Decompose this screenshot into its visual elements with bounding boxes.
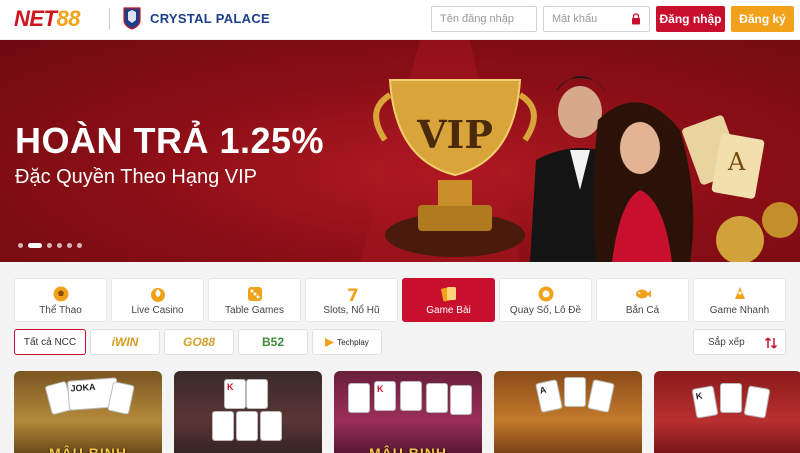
cards-icon (440, 286, 456, 301)
card-art (246, 379, 268, 409)
game-card[interactable]: JOKA MẬU BINH (14, 371, 162, 453)
login-button[interactable]: Đăng nhập (656, 6, 725, 32)
card-art (107, 381, 135, 415)
net88-logo[interactable]: NET88 (14, 6, 80, 32)
game-title: MẬU BINH (49, 445, 127, 453)
card-art (348, 383, 370, 413)
svg-text:7: 7 (347, 286, 359, 303)
tab-label: Thể Thao (39, 304, 82, 316)
game-title: MẬU BINH (369, 445, 447, 453)
tab-label: Table Games (225, 304, 284, 316)
tab-table-games[interactable]: Table Games (208, 278, 301, 322)
techplay-label: Techplay (337, 337, 369, 347)
card-art: K (224, 379, 246, 409)
provider-b52-button[interactable]: B52 (238, 329, 308, 355)
top-header: NET88 CRYSTAL PALACE Đăng nhập Đăng ký (0, 0, 800, 40)
header-divider (109, 8, 110, 30)
tab-slots[interactable]: 7 Slots, Nổ Hũ (305, 278, 398, 322)
tab-game-nhanh[interactable]: Game Nhanh (693, 278, 786, 322)
carousel-dot[interactable] (47, 243, 52, 248)
card-art (564, 377, 586, 407)
soccer-ball-icon (53, 286, 68, 301)
techplay-logo-icon (325, 337, 335, 347)
carousel-dot[interactable] (57, 243, 62, 248)
sort-label: Sắp xếp (708, 336, 745, 348)
tab-live-casino[interactable]: Live Casino (111, 278, 204, 322)
promo-banner[interactable]: VIP A HOÀN TRẢ 1.25% Đặc Quyền Theo Hạng… (0, 40, 800, 262)
tab-ban-ca[interactable]: Bắn Cá (596, 278, 689, 322)
card-art (260, 411, 282, 441)
partner-name: CRYSTAL PALACE (150, 11, 271, 26)
banner-title: HOÀN TRẢ 1.25% (15, 120, 325, 161)
sort-button[interactable]: Sắp xếp (693, 329, 786, 355)
register-button[interactable]: Đăng ký (731, 6, 794, 32)
sort-arrows-icon (765, 337, 777, 349)
svg-text:VIP: VIP (416, 112, 493, 157)
tab-label: Live Casino (131, 304, 184, 316)
game-card[interactable]: K (654, 371, 800, 453)
card-art (426, 383, 448, 413)
provider-go88-button[interactable]: GO88 (164, 329, 234, 355)
game-card[interactable]: K MẬU BINH (334, 371, 482, 453)
lock-icon (632, 13, 640, 25)
carousel-dots (18, 243, 82, 248)
rocket-icon (734, 286, 745, 299)
card-art (587, 379, 615, 413)
tab-label: Game Nhanh (709, 304, 770, 316)
tab-label: Bắn Cá (625, 304, 660, 316)
banner-subtitle: Đặc Quyền Theo Hạng VIP (15, 166, 257, 188)
card-art (236, 411, 258, 441)
game-card[interactable]: K (174, 371, 322, 453)
tab-game-bai[interactable]: Game Bài (402, 278, 495, 322)
tab-label: Slots, Nổ Hũ (323, 304, 380, 316)
carousel-dot[interactable] (18, 243, 23, 248)
game-category-tabs: Thể Thao Live Casino Table Games 7 Slots… (14, 278, 786, 322)
seven-icon: 7 (347, 286, 359, 303)
card-art (450, 385, 472, 415)
carousel-dot-active[interactable] (28, 243, 42, 248)
carousel-dot[interactable] (77, 243, 82, 248)
game-card[interactable]: A (494, 371, 642, 453)
card-art (720, 383, 742, 413)
tab-the-thao[interactable]: Thể Thao (14, 278, 107, 322)
playing-cards-art: A (682, 115, 765, 199)
card-art: A (535, 379, 563, 413)
card-art: K (691, 385, 719, 419)
provider-filter: Tất cả NCC iWIN GO88 B52 Techplay (14, 329, 382, 355)
spade-chip-icon (150, 287, 165, 302)
username-input[interactable] (431, 6, 537, 32)
lottery-ball-icon (538, 286, 553, 301)
tab-label: Game Bài (426, 304, 471, 316)
carousel-dot[interactable] (67, 243, 72, 248)
woman-figure (593, 102, 694, 262)
card-art (743, 385, 771, 419)
logo-number: 88 (56, 6, 81, 31)
card-art (212, 411, 234, 441)
provider-techplay-button[interactable]: Techplay (312, 329, 382, 355)
dice-icon (247, 286, 262, 301)
provider-all-button[interactable]: Tất cả NCC (14, 329, 86, 355)
fish-icon (635, 289, 651, 298)
logo-text: NET (14, 6, 57, 31)
tab-label: Quay Số, Lô Đề (509, 304, 582, 316)
tab-quay-so[interactable]: Quay Số, Lô Đề (499, 278, 592, 322)
provider-iwin-button[interactable]: iWIN (90, 329, 160, 355)
card-art: K (374, 381, 396, 411)
svg-text:A: A (727, 148, 746, 176)
card-art (400, 381, 422, 411)
game-grid: JOKA MẬU BINH K K MẬU BINH A K (14, 371, 800, 453)
crystal-palace-crest-icon (123, 7, 141, 30)
